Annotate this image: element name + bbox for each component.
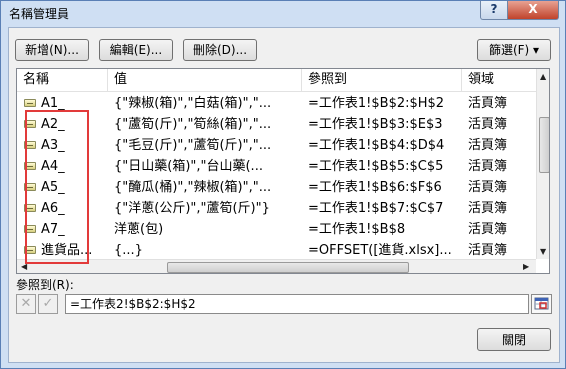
row-value: {"醃瓜(桶)","辣椒(箱)","... [114, 180, 272, 195]
column-header-scope[interactable]: 領域 [462, 69, 536, 91]
table-row[interactable]: A2_ {"蘆筍(斤)","筍絲(箱)","... =工作表1!$B$3:$E$… [17, 114, 536, 135]
edit-button[interactable]: 編輯(E)... [99, 39, 173, 61]
row-scope: 活頁簿 [468, 159, 508, 174]
table-row[interactable]: A5_ {"醃瓜(桶)","辣椒(箱)","... =工作表1!$B$6:$F$… [17, 177, 536, 198]
table-row[interactable]: A1_ {"辣椒(箱)","白菇(箱)","... =工作表1!$B$2:$H$… [17, 93, 536, 114]
row-value: {...} [114, 243, 143, 258]
table-row[interactable]: A7_ 洋蔥(包) =工作表1!$B$8 活頁簿 [17, 219, 536, 240]
row-refers-to: =工作表1!$B$3:$E$3 [308, 117, 443, 132]
refers-to-input[interactable]: =工作表2!$B$2:$H$2 [65, 294, 529, 314]
row-refers-to: =工作表1!$B$4:$D$4 [308, 138, 445, 153]
dialog-title: 名稱管理員 [9, 7, 70, 21]
refers-to-label: 參照到(R): [16, 278, 74, 292]
row-refers-to: =工作表1!$B$2:$H$2 [308, 96, 445, 111]
range-select-icon [534, 297, 549, 310]
row-scope: 活頁簿 [468, 138, 508, 153]
row-refers-to: =OFFSET([進貨.xlsx]... [308, 243, 452, 258]
row-value: {"蘆筍(斤)","筍絲(箱)","... [114, 117, 272, 132]
row-refers-to: =工作表1!$B$6:$F$6 [308, 180, 442, 195]
row-refers-to: =工作表1!$B$7:$C$7 [308, 201, 444, 216]
horizontal-scrollbar[interactable]: ◀ ▶ [17, 259, 536, 273]
filter-button[interactable]: 篩選(F) ▾ [477, 39, 551, 61]
dialog-body: 新增(N)... 編輯(E)... 刪除(D)... 篩選(F) ▾ 名稱 值 … [8, 27, 560, 363]
table-row[interactable]: A6_ {"洋蔥(公斤)","蘆筍(斤)"} =工作表1!$B$7:$C$7 活… [17, 198, 536, 219]
column-header-value[interactable]: 值 [108, 69, 302, 91]
names-list[interactable]: 名稱 值 參照到 領域 A1_ {"辣椒(箱)","白菇(箱)","... =工… [16, 68, 550, 274]
close-button[interactable]: 關閉 [477, 328, 551, 351]
help-button[interactable]: ? [480, 1, 508, 20]
scroll-up-icon[interactable]: ▲ [540, 72, 546, 81]
highlight-rectangle [25, 110, 89, 264]
confirm-edit-button[interactable]: ✓ [38, 294, 58, 314]
title-bar: 名稱管理員 ? X [1, 1, 565, 23]
table-row[interactable]: 進貨品... {...} =OFFSET([進貨.xlsx]... 活頁簿 [17, 240, 536, 259]
row-scope: 活頁簿 [468, 96, 508, 111]
list-header: 名稱 值 參照到 領域 [17, 69, 536, 92]
row-value: {"日山藥(箱)","台山藥(... [114, 159, 263, 174]
row-value: {"洋蔥(公斤)","蘆筍(斤)"} [114, 201, 270, 216]
row-scope: 活頁簿 [468, 243, 508, 258]
table-row[interactable]: A3_ {"毛豆(斤)","蘆筍(斤)","... =工作表1!$B$4:$D$… [17, 135, 536, 156]
column-header-refers-to[interactable]: 參照到 [302, 69, 462, 91]
cancel-edit-button[interactable]: ✕ [16, 294, 36, 314]
row-refers-to: =工作表1!$B$5:$C$5 [308, 159, 444, 174]
new-button[interactable]: 新增(N)... [15, 39, 89, 61]
delete-button[interactable]: 刪除(D)... [183, 39, 257, 61]
vertical-scroll-thumb[interactable] [539, 117, 549, 173]
row-scope: 活頁簿 [468, 201, 508, 216]
dialog-window: 名稱管理員 ? X 新增(N)... 編輯(E)... 刪除(D)... 篩選(… [0, 0, 566, 369]
scroll-right-icon[interactable]: ▶ [523, 262, 529, 271]
scroll-down-icon[interactable]: ▼ [540, 247, 546, 256]
vertical-scrollbar[interactable]: ▲ ▼ [536, 69, 549, 259]
row-value: {"辣椒(箱)","白菇(箱)","... [114, 96, 272, 111]
horizontal-scroll-thumb[interactable] [167, 262, 409, 273]
name-icon [24, 99, 36, 107]
table-row[interactable]: A4_ {"日山藥(箱)","台山藥(... =工作表1!$B$5:$C$5 活… [17, 156, 536, 177]
row-refers-to: =工作表1!$B$8 [308, 222, 406, 237]
row-value: 洋蔥(包) [114, 222, 164, 237]
row-value: {"毛豆(斤)","蘆筍(斤)","... [114, 138, 272, 153]
column-header-name[interactable]: 名稱 [17, 69, 108, 91]
close-window-button[interactable]: X [507, 1, 559, 20]
collapse-dialog-button[interactable] [531, 294, 552, 314]
row-scope: 活頁簿 [468, 222, 508, 237]
row-scope: 活頁簿 [468, 180, 508, 195]
row-scope: 活頁簿 [468, 117, 508, 132]
